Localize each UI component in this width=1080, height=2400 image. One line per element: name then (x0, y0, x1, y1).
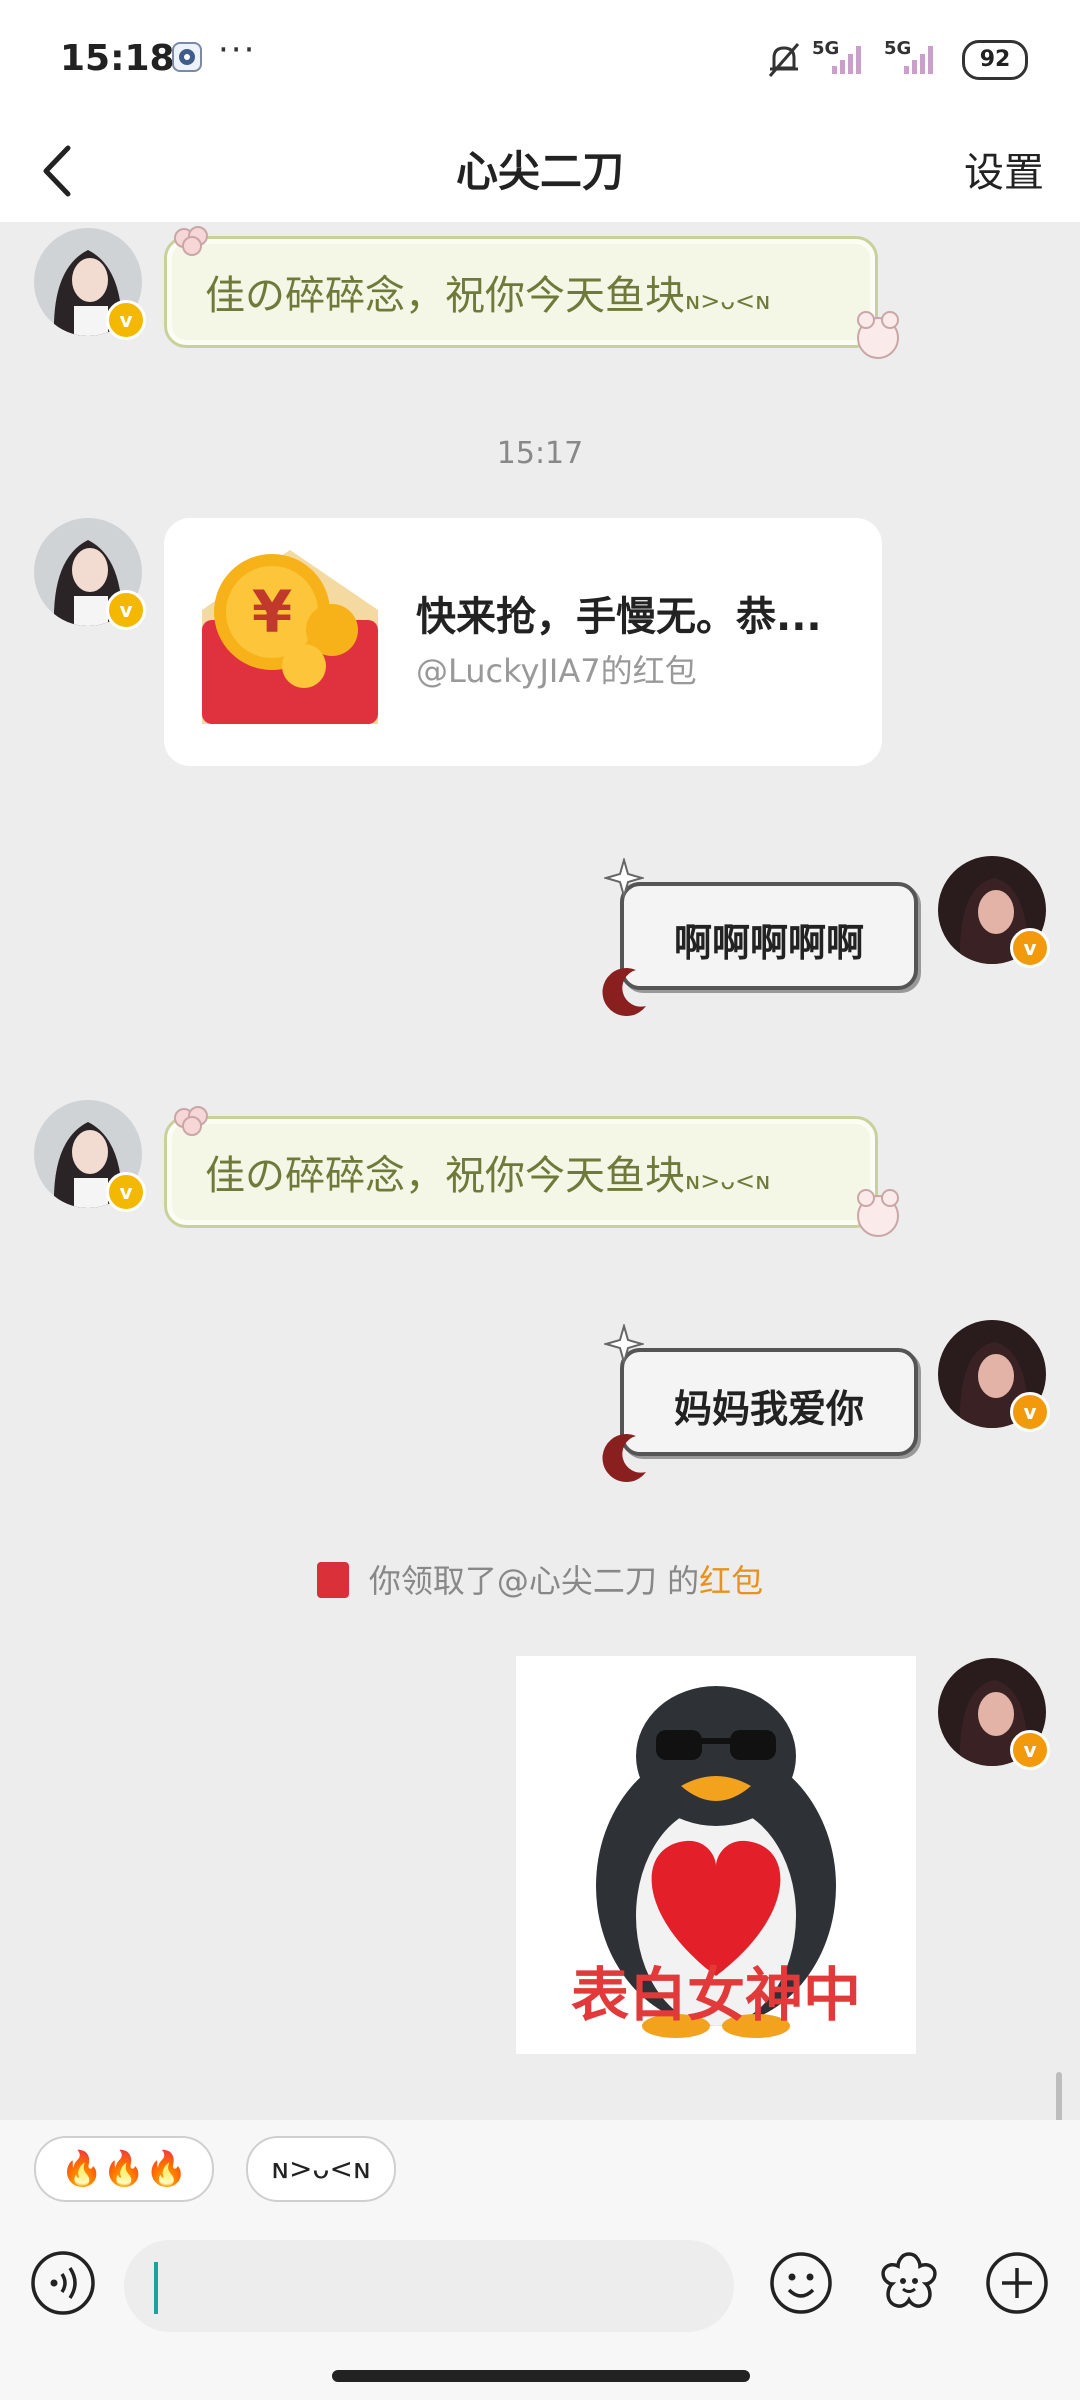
sticker-caption: 表白女神中 (570, 1961, 861, 2029)
status-time: 15:18 (60, 38, 175, 79)
red-packet-small-icon (316, 1562, 349, 1598)
bunny-decoration-icon (857, 1189, 899, 1237)
battery-level: 92 (979, 47, 1011, 72)
flower-decoration-icon (174, 226, 208, 256)
message-bubble[interactable]: 佳の碎碎念，祝你今天鱼块ɴ>ᴗ<ɴ (164, 236, 878, 348)
emoji-icon[interactable] (768, 2250, 834, 2316)
message-text: 佳の碎碎念，祝你今天鱼块 (205, 273, 685, 319)
message-input[interactable] (124, 2240, 734, 2332)
red-packet-card[interactable]: ¥ 快来抢，手慢无。恭... @LuckyJIA7的红包 (164, 518, 882, 766)
moon-decoration-icon (602, 1434, 646, 1483)
verified-badge-icon: v (1010, 928, 1050, 968)
red-packet-title: 快来抢，手慢无。恭... (416, 594, 822, 640)
status-more: ··· (218, 30, 257, 70)
sparkle-decoration-icon (604, 858, 644, 898)
voice-icon[interactable] (30, 2250, 96, 2316)
my-avatar[interactable]: v (938, 1320, 1050, 1432)
verified-badge-icon: v (1010, 1730, 1050, 1770)
message-text: 佳の碎碎念，祝你今天鱼块 (205, 1153, 685, 1199)
system-notice-text: 你领取了@心尖二刀 的 (368, 1562, 700, 1600)
signal-bars-icon-2 (904, 46, 933, 74)
message-bubble[interactable]: 妈妈我爱你 (620, 1348, 918, 1456)
plus-icon[interactable] (984, 2250, 1050, 2316)
message-kaomoji: ɴ>ᴗ<ɴ (685, 287, 771, 315)
settings-button[interactable]: 设置 (964, 140, 1044, 198)
message-timestamp: 15:17 (496, 436, 584, 471)
bunny-decoration-icon (857, 311, 899, 359)
sticker-flower-icon[interactable] (874, 2248, 944, 2318)
message-list[interactable]: v 佳の碎碎念，祝你今天鱼块ɴ>ᴗ<ɴ 15:17 v ¥ 快来抢，手慢无。恭.… (0, 222, 1080, 2120)
sender-avatar[interactable]: v (34, 1100, 146, 1212)
verified-badge-icon: v (106, 300, 146, 340)
quick-reply-chip[interactable]: 🔥🔥🔥 (34, 2136, 214, 2202)
red-packet-sender: @LuckyJIA7的红包 (416, 652, 697, 690)
system-notice-link[interactable]: 红包 (699, 1562, 763, 1600)
message-text: 妈妈我爱你 (673, 1387, 864, 1431)
my-avatar[interactable]: v (938, 1658, 1050, 1770)
message-bubble[interactable]: 啊啊啊啊啊 (620, 882, 918, 990)
message-kaomoji: ɴ>ᴗ<ɴ (685, 1167, 771, 1195)
verified-badge-icon: v (106, 1172, 146, 1212)
my-avatar[interactable]: v (938, 856, 1050, 968)
text-cursor (154, 2262, 158, 2314)
message-bubble[interactable]: 佳の碎碎念，祝你今天鱼块ɴ>ᴗ<ɴ (164, 1116, 878, 1228)
flower-decoration-icon (174, 1106, 208, 1136)
message-text: 啊啊啊啊啊 (673, 921, 864, 965)
system-notice: 你领取了@心尖二刀 的红包 (0, 1556, 1080, 1602)
verified-badge-icon: v (1010, 1392, 1050, 1432)
quick-replies: 🔥🔥🔥 ɴ>ᴗ<ɴ (0, 2120, 1080, 2228)
signal-bars-icon-1 (832, 46, 861, 74)
sticker-message[interactable]: 表白女神中 (516, 1656, 916, 2054)
home-indicator[interactable] (332, 2370, 750, 2382)
app-notification-icon (172, 42, 202, 72)
chat-title: 心尖二刀 (455, 147, 624, 196)
chat-header: 心尖二刀 设置 (0, 118, 1080, 222)
moon-decoration-icon (602, 968, 646, 1017)
sender-avatar[interactable]: v (34, 518, 146, 630)
battery-indicator: 92 (962, 40, 1028, 80)
quick-reply-chip[interactable]: ɴ>ᴗ<ɴ (246, 2136, 396, 2202)
bell-off-icon (768, 43, 800, 77)
red-packet-icon: ¥ (202, 550, 378, 724)
status-bar: 15:18 ··· 5G 5G 92 (0, 0, 1080, 118)
verified-badge-icon: v (106, 590, 146, 630)
sparkle-decoration-icon (604, 1324, 644, 1364)
svg-text:¥: ¥ (252, 578, 292, 646)
sender-avatar[interactable]: v (34, 228, 146, 340)
